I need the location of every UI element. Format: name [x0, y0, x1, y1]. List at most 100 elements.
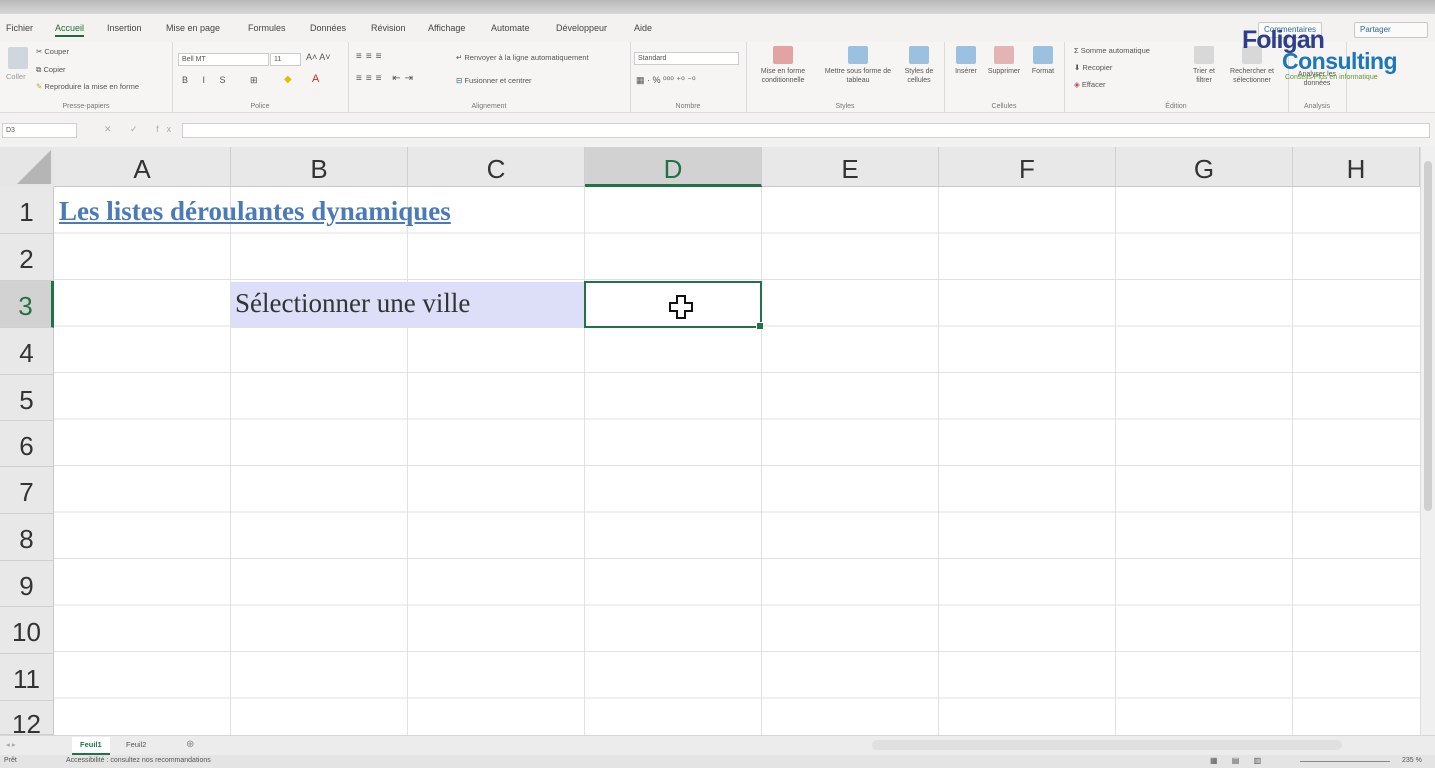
sort-filter-button[interactable]: Trier et filtrer [1188, 46, 1220, 85]
status-mode: Prêt [4, 757, 17, 764]
row-header-6[interactable]: 6 [0, 421, 54, 467]
column-header-c[interactable]: C [408, 147, 585, 187]
wrap-label: Renvoyer à la ligne automatiquement [464, 53, 589, 62]
borders-icon[interactable]: ⊞ [250, 75, 258, 86]
format-as-table-label: Mettre sous forme de tableau [824, 68, 892, 84]
row-header-1[interactable]: 1 [0, 187, 54, 234]
column-header-e[interactable]: E [762, 147, 939, 187]
paste-label[interactable]: Coller [6, 72, 26, 81]
cut-button[interactable]: ✂ Couper [36, 47, 69, 56]
vertical-align-icon[interactable]: ≡≡≡ [356, 51, 386, 62]
status-bar: Prêt Accessibilité : consultez nos recom… [0, 755, 1435, 768]
menu-review[interactable]: Révision [371, 23, 406, 33]
cell-styles-button[interactable]: Styles de cellules [898, 46, 940, 85]
menu-formulas[interactable]: Formules [248, 23, 286, 33]
cell-a1-title[interactable]: Les listes déroulantes dynamiques [59, 196, 451, 227]
column-header-g[interactable]: G [1116, 147, 1293, 187]
fill-button[interactable]: ⬇ Recopier [1074, 63, 1112, 72]
share-button[interactable]: Partager [1354, 22, 1428, 38]
row-header-2[interactable]: 2 [0, 234, 54, 281]
share-label: Partager [1360, 25, 1391, 34]
accessibility-status[interactable]: Accessibilité : consultez nos recommanda… [66, 757, 211, 764]
cells-group: Insérer Supprimer Format Cellules [944, 42, 1065, 112]
vertical-scroll-thumb[interactable] [1424, 161, 1432, 511]
font-size-select[interactable]: 11 [270, 53, 301, 66]
menu-help[interactable]: Aide [634, 23, 652, 33]
menu-bar: Fichier Accueil Insertion Mise en page F… [0, 14, 1435, 42]
column-header-a[interactable]: A [54, 147, 231, 187]
vertical-scrollbar[interactable] [1420, 147, 1435, 737]
row-header-4[interactable]: 4 [0, 328, 54, 375]
format-cells-label: Format [1031, 68, 1055, 75]
analysis-group-label: Analysis [1303, 103, 1331, 110]
wrap-text-button[interactable]: ↵ Renvoyer à la ligne automatiquement [456, 53, 589, 62]
row-header-3[interactable]: 3 [0, 281, 54, 328]
tab-feuil1[interactable]: Feuil1 [72, 737, 110, 755]
clipboard-group: Coller ✂ Couper ⧉ Copier ✎ Reproduire la… [0, 42, 173, 112]
number-format-icons[interactable]: ▦ · % ⁰⁰⁰ ⁺⁰ ⁻⁰ [636, 75, 696, 86]
formula-input[interactable] [182, 123, 1430, 138]
alignment-group-label: Alignement [471, 103, 507, 110]
cell-styles-icon [909, 46, 929, 64]
fill-handle[interactable] [756, 322, 764, 330]
row-header-7[interactable]: 7 [0, 467, 54, 514]
conditional-format-button[interactable]: Mise en forme conditionnelle [752, 46, 814, 85]
tab-nav-arrows-icon[interactable]: ◂ ▸ [6, 740, 16, 749]
menu-view[interactable]: Affichage [428, 23, 465, 33]
menu-data[interactable]: Données [310, 23, 346, 33]
row-header-5[interactable]: 5 [0, 375, 54, 421]
menu-file[interactable]: Fichier [6, 23, 33, 33]
sigma-icon: Σ [1074, 46, 1081, 55]
consulting-logo: Consulting [1282, 48, 1398, 74]
formula-icons[interactable]: ✕ ✓ fx [104, 124, 179, 135]
column-header-b[interactable]: B [231, 147, 408, 187]
copy-label: Copier [43, 65, 66, 74]
format-painter-button[interactable]: ✎ Reproduire la mise en forme [36, 82, 139, 91]
row-header-10[interactable]: 10 [0, 607, 54, 654]
font-name-select[interactable]: Bell MT [178, 53, 269, 66]
clipboard-group-label: Presse-papiers [62, 103, 110, 110]
format-as-table-button[interactable]: Mettre sous forme de tableau [820, 46, 896, 85]
row-header-11[interactable]: 11 [0, 654, 54, 701]
bold-italic-underline-icon[interactable]: B I S [182, 75, 232, 85]
menu-page-layout[interactable]: Mise en page [166, 23, 220, 33]
autosum-button[interactable]: Σ Somme automatique [1074, 46, 1150, 55]
menu-automate[interactable]: Automate [491, 23, 530, 33]
menu-developer[interactable]: Développeur [556, 23, 607, 33]
merge-center-button[interactable]: ⊟ Fusionner et centrer [456, 76, 532, 85]
clear-label: Effacer [1081, 80, 1106, 89]
name-box[interactable]: D3 [2, 123, 77, 138]
add-sheet-icon[interactable]: ⊕ [186, 739, 194, 750]
font-color-icon[interactable]: A [312, 73, 319, 85]
tab-feuil2[interactable]: Feuil2 [118, 737, 154, 753]
paste-icon[interactable] [8, 47, 28, 69]
column-header-h[interactable]: H [1293, 147, 1420, 187]
row-header-9[interactable]: 9 [0, 561, 54, 607]
zoom-level[interactable]: 235 % [1402, 757, 1422, 764]
horizontal-align-icon[interactable]: ≡≡≡ ⇤⇥ [356, 73, 417, 84]
insert-cells-label: Insérer [955, 68, 977, 75]
copy-button[interactable]: ⧉ Copier [36, 65, 66, 75]
font-grow-shrink-icon[interactable]: A˄ A˅ [306, 52, 331, 62]
horizontal-scrollbar[interactable] [872, 740, 1342, 750]
select-all-corner[interactable] [0, 147, 55, 188]
fill-color-icon[interactable]: ◆ [284, 74, 292, 85]
zoom-slider[interactable] [1300, 761, 1390, 762]
row-header-12[interactable]: 12 [0, 701, 54, 735]
cell-grid[interactable] [54, 187, 1420, 735]
insert-cells-button[interactable]: Insérer [948, 46, 984, 76]
logo-tagline: Conseils Plus en informatique [1285, 74, 1378, 81]
delete-cells-button[interactable]: Supprimer [984, 46, 1024, 76]
autosum-label: Somme automatique [1080, 46, 1150, 55]
menu-insert[interactable]: Insertion [107, 23, 142, 33]
number-group: Standard ▦ · % ⁰⁰⁰ ⁺⁰ ⁻⁰ Nombre [630, 42, 747, 112]
format-cells-button[interactable]: Format [1026, 46, 1060, 76]
column-header-f[interactable]: F [939, 147, 1116, 187]
conditional-format-label: Mise en forme conditionnelle [760, 68, 806, 84]
view-mode-icons[interactable]: ▦ ▤ ▥ [1210, 756, 1267, 765]
column-header-d[interactable]: D [585, 147, 762, 187]
menu-home[interactable]: Accueil [55, 23, 85, 37]
row-header-8[interactable]: 8 [0, 514, 54, 561]
number-format-select[interactable]: Standard [634, 52, 739, 65]
clear-button[interactable]: ◈ Effacer [1074, 80, 1105, 89]
